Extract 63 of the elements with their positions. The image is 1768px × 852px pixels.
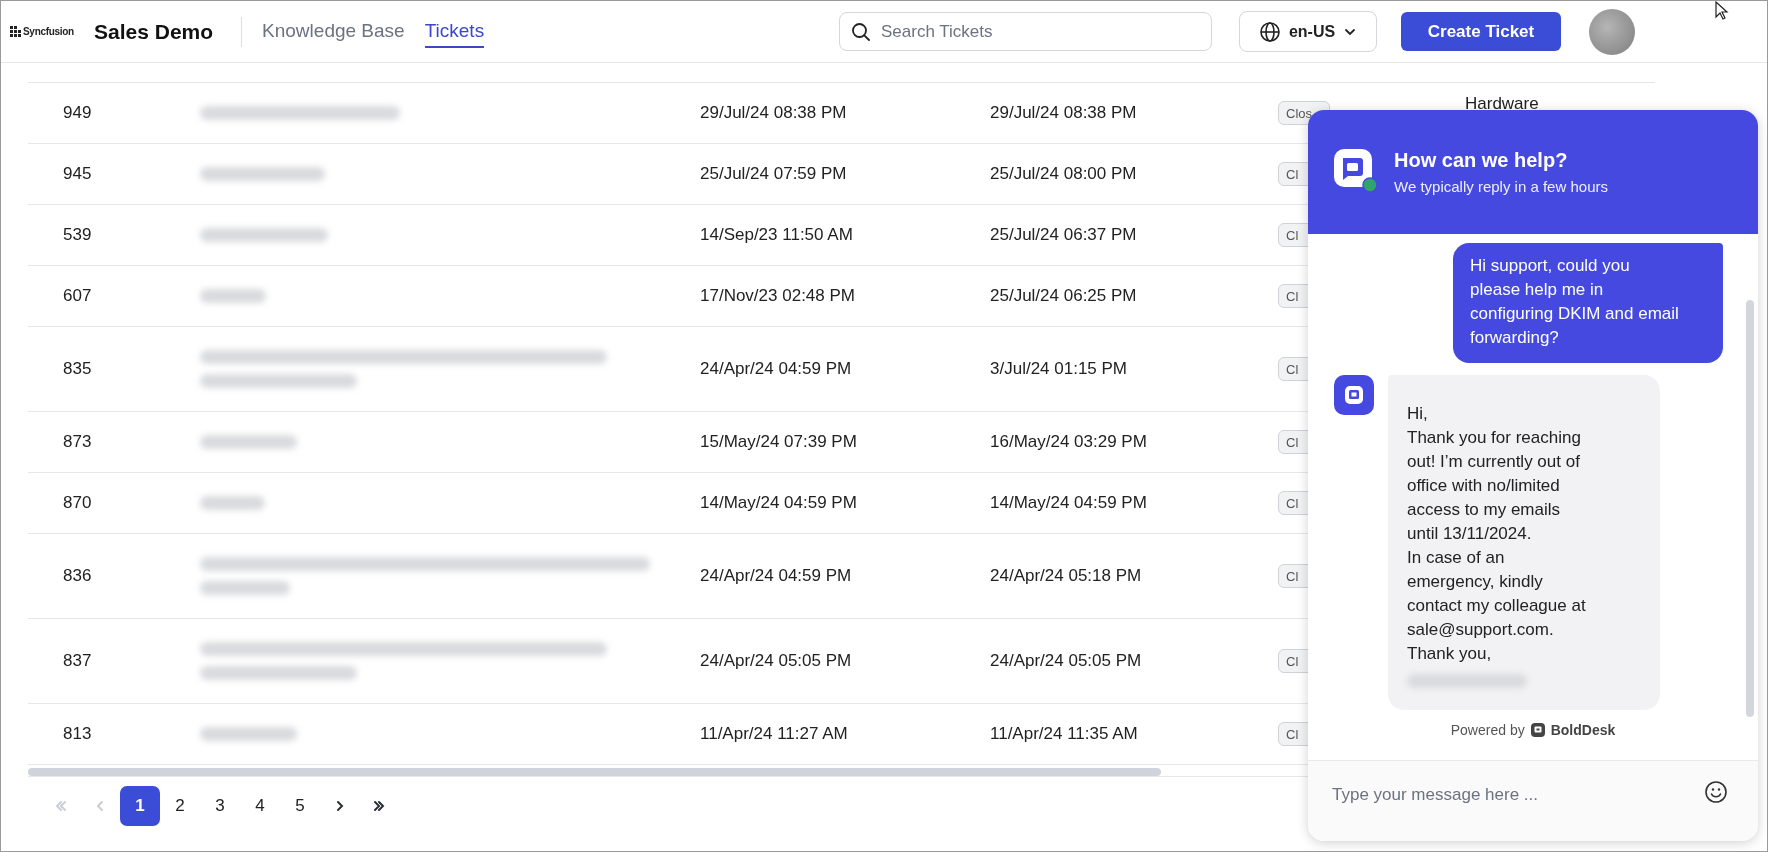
- globe-icon: [1258, 20, 1281, 43]
- scrollbar[interactable]: [28, 768, 1161, 776]
- avatar[interactable]: [1589, 8, 1635, 55]
- table-cell-text: 24/Apr/24 04:59 PM: [700, 359, 853, 379]
- table-cell-text: 25/Jul/24 06:37 PM: [990, 225, 1138, 245]
- table-cell-text: 29/Jul/24 08:38 PM: [700, 103, 848, 123]
- brand-name: BoldDesk: [1550, 722, 1616, 738]
- message-text: Hi, Thank you for reaching out! I’m currently out of office with no/limited access to my emails until 13/11/2024. In case of an emergency, kindly contact my colleague at sale@support.com. Thank you,: [1407, 403, 1587, 665]
- table-cell-text: 870: [62, 493, 93, 513]
- table-cell-text: 25/Jul/24 06:25 PM: [990, 286, 1138, 306]
- table-cell-text: 11/Apr/24 11:27 AM: [700, 724, 849, 744]
- page-button[interactable]: 4: [240, 786, 280, 826]
- table-cell-text: 16/May/24 03:29 PM: [990, 432, 1148, 452]
- nav-link[interactable]: Knowledge Base: [262, 15, 405, 48]
- app-title: Sales Demo: [94, 19, 214, 44]
- table-cell-text: 24/Apr/24 05:18 PM: [990, 566, 1143, 586]
- chat-title: How can we help?: [1394, 149, 1569, 172]
- table-cell-text: 24/Apr/24 05:05 PM: [990, 651, 1143, 671]
- table-cell-text: 873: [62, 432, 93, 452]
- message-bubble: Hi support, could you please help me in configuring DKIM and email forwarding?: [1453, 243, 1723, 363]
- table-cell-text: 539: [62, 225, 93, 245]
- create-ticket-button[interactable]: Create Ticket: [1401, 12, 1561, 51]
- redacted-text: [200, 289, 266, 303]
- table-cell-text: 837: [62, 651, 93, 671]
- table-cell-text: 29/Jul/24 08:38 PM: [990, 103, 1138, 123]
- page-button[interactable]: 3: [200, 786, 240, 826]
- table-cell-text: 813: [62, 724, 93, 744]
- language-button[interactable]: en-US: [1239, 11, 1377, 52]
- message-input[interactable]: Type your message here ...: [1308, 760, 1758, 841]
- table-cell-text: 11/Apr/24 11:35 AM: [990, 724, 1139, 744]
- table-cell-text: 945: [62, 164, 93, 184]
- page-button[interactable]: 1: [120, 786, 160, 826]
- table-cell-text: 17/Nov/23 02:48 PM: [700, 286, 856, 306]
- search-icon: [851, 22, 871, 42]
- page-button[interactable]: 2: [160, 786, 200, 826]
- table-cell-text: 949: [62, 103, 93, 123]
- table-cell: Hardware: [1465, 94, 1539, 113]
- brand-logo-icon: [1529, 722, 1546, 738]
- logo-icon: [10, 25, 22, 38]
- table-cell-text: 14/May/24 04:59 PM: [700, 493, 858, 513]
- table-cell-text: 24/Apr/24 04:59 PM: [700, 566, 853, 586]
- redacted-text: [200, 496, 265, 510]
- table-cell-text: 25/Jul/24 08:00 PM: [990, 164, 1138, 184]
- emoji-icon[interactable]: [1704, 780, 1728, 804]
- search-field[interactable]: Search Tickets: [839, 12, 1212, 51]
- logo-text: Syncfusion: [23, 26, 74, 37]
- chat-subtitle: We typically reply in a few hours: [1394, 178, 1608, 195]
- table-cell-text: 25/Jul/24 07:59 PM: [700, 164, 848, 184]
- table-cell-text: 836: [62, 566, 93, 586]
- table-cell-text: 3/Jul/24 01:15 PM: [990, 359, 1129, 379]
- bot-avatar-icon: [1334, 375, 1374, 415]
- nav-link[interactable]: Tickets: [424, 15, 485, 48]
- table-cell-text: 835: [62, 359, 93, 379]
- last-page-icon[interactable]: [374, 800, 386, 812]
- table-cell-text: 15/May/24 07:39 PM: [700, 432, 858, 452]
- powered-by-text: Powered by: [1450, 722, 1525, 738]
- table-cell-text: 607: [62, 286, 93, 306]
- table-cell-text: 14/May/24 04:59 PM: [990, 493, 1148, 513]
- next-page-icon[interactable]: [334, 800, 346, 812]
- page-button[interactable]: 5: [280, 786, 320, 826]
- table-cell-text: 14/Sep/23 11:50 AM: [700, 225, 854, 245]
- table-cell-text: 24/Apr/24 05:05 PM: [700, 651, 853, 671]
- scrollbar[interactable]: [1746, 300, 1754, 717]
